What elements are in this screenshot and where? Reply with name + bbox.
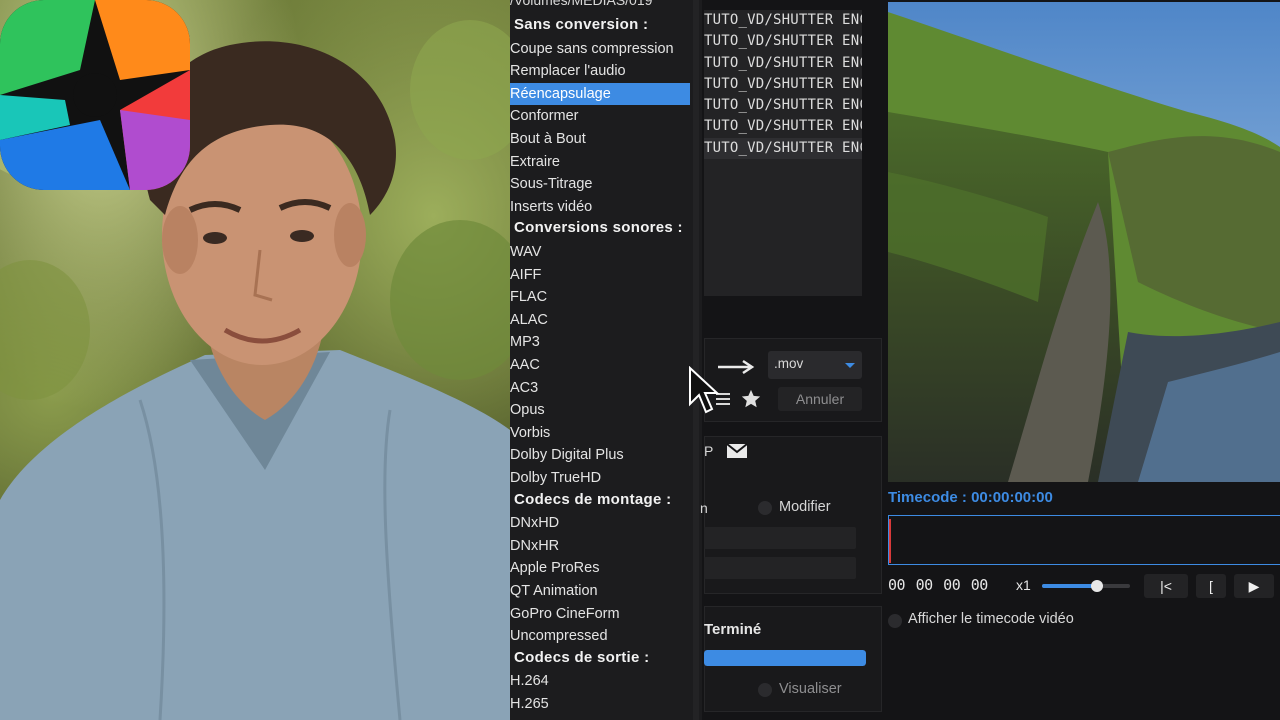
option-field-2[interactable]: [704, 557, 856, 579]
show-timecode-label: Afficher le timecode vidéo: [908, 611, 1074, 627]
timecode-label: Timecode : 00:00:00:00: [888, 489, 1053, 506]
status-done-label: Terminé: [704, 621, 762, 638]
file-row[interactable]: TUTO_VD/SHUTTER ENC: [704, 95, 862, 116]
play-icon[interactable]: ▶: [1234, 574, 1274, 598]
menu-item[interactable]: Dolby Digital Plus: [510, 444, 690, 466]
menu-item[interactable]: Réencapsulage: [510, 82, 690, 105]
arrow-right-icon: [718, 359, 755, 375]
menu-section-header: Conversions sonores :: [514, 219, 683, 237]
preview-pane: Timecode : 00:00:00:00 00 00 00 00 x1 |<…: [886, 0, 1280, 720]
cancel-button[interactable]: Annuler: [778, 387, 862, 411]
menu-item[interactable]: QT Animation: [510, 580, 690, 602]
menu-item[interactable]: DNxHD: [510, 512, 690, 534]
view-label: Visualiser: [779, 681, 842, 697]
menu-item[interactable]: Remplacer l'audio: [510, 60, 690, 82]
menu-item[interactable]: GoPro CineForm: [510, 603, 690, 625]
timeline[interactable]: [888, 515, 1280, 565]
menu-item[interactable]: Coupe sans compression: [510, 38, 690, 60]
portrait-photo: [0, 0, 510, 720]
menu-section-header: Sans conversion :: [514, 16, 649, 33]
file-row[interactable]: TUTO_VD/SHUTTER ENC: [704, 53, 862, 74]
file-row[interactable]: TUTO_VD/SHUTTER ENC: [704, 31, 862, 52]
file-row[interactable]: TUTO_VD/SHUTTER ENC: [704, 116, 862, 137]
output-format-select[interactable]: .mov: [768, 351, 862, 379]
modify-radio[interactable]: [758, 501, 772, 515]
menu-item[interactable]: AAC: [510, 354, 690, 376]
speed-slider-knob[interactable]: [1090, 580, 1103, 592]
view-radio[interactable]: [758, 683, 772, 697]
speed-slider[interactable]: [1042, 580, 1130, 592]
mouse-cursor-icon: [689, 366, 720, 414]
dropdown-chevron-icon: [845, 363, 855, 368]
file-list[interactable]: TUTO_VD/SHUTTER ENC TUTO_VD/SHUTTER ENC TU…: [704, 10, 862, 296]
menu-section-header: Codecs de sortie :: [514, 648, 650, 666]
menu-item[interactable]: Extraire: [510, 151, 690, 173]
menu-item[interactable]: ALAC: [510, 309, 690, 331]
menu-item[interactable]: DNxHR: [510, 535, 690, 557]
video-preview[interactable]: [888, 2, 1280, 482]
star-icon[interactable]: [740, 388, 762, 410]
file-row[interactable]: TUTO_VD/SHUTTER ENC: [704, 10, 862, 31]
menu-item[interactable]: Dolby TrueHD: [510, 467, 690, 489]
progress-fill: [704, 650, 866, 666]
speed-label: x1: [1016, 577, 1031, 593]
menu-item[interactable]: Bout à Bout: [510, 128, 690, 150]
application-panel: /Volumes/MEDIAS/019 Sans conversion : Cou…: [510, 0, 886, 720]
menu-item[interactable]: H.264: [510, 670, 690, 692]
file-path: /Volumes/MEDIAS/019: [510, 0, 653, 8]
menu-item[interactable]: Inserts vidéo: [510, 196, 690, 218]
modify-label: Modifier: [779, 499, 831, 515]
option-field-1[interactable]: [704, 527, 856, 549]
menu-item[interactable]: FLAC: [510, 286, 690, 308]
menu-item[interactable]: Apple ProRes: [510, 557, 690, 579]
menu-item[interactable]: AC3: [510, 377, 690, 399]
menu-item[interactable]: Conformer: [510, 105, 690, 127]
video-frame-illustration: [888, 2, 1280, 482]
file-row[interactable]: TUTO_VD/SHUTTER ENC: [704, 74, 862, 95]
file-row[interactable]: TUTO_VD/SHUTTER ENC: [704, 137, 862, 160]
menu-item[interactable]: Sous-Titrage: [510, 173, 690, 195]
set-in-point-button[interactable]: [: [1196, 574, 1226, 598]
menu-scrollbar[interactable]: [693, 0, 699, 720]
menu-item[interactable]: MP3: [510, 331, 690, 353]
menu-item[interactable]: Opus: [510, 399, 690, 421]
conversion-menu[interactable]: /Volumes/MEDIAS/019 Sans conversion : Cou…: [510, 0, 702, 720]
menu-item[interactable]: Vorbis: [510, 422, 690, 444]
menu-section-header: Codecs de montage :: [514, 490, 672, 508]
mail-icon[interactable]: [726, 443, 748, 459]
output-format-value: .mov: [774, 356, 804, 371]
options-n-label: n: [700, 500, 708, 516]
menu-item[interactable]: AIFF: [510, 264, 690, 286]
speed-slider-fill: [1042, 584, 1097, 588]
menu-item[interactable]: WAV: [510, 241, 690, 263]
playhead[interactable]: [889, 519, 891, 563]
go-to-start-button[interactable]: |<: [1144, 574, 1188, 598]
shutter-logo-icon: [0, 0, 190, 190]
show-timecode-radio[interactable]: [888, 614, 902, 628]
progress-bar: [704, 650, 866, 666]
menu-item[interactable]: H.265: [510, 693, 690, 715]
menu-item[interactable]: Uncompressed: [510, 625, 690, 647]
timecode-display[interactable]: 00 00 00 00: [888, 576, 988, 594]
options-p-label: P: [704, 443, 714, 459]
